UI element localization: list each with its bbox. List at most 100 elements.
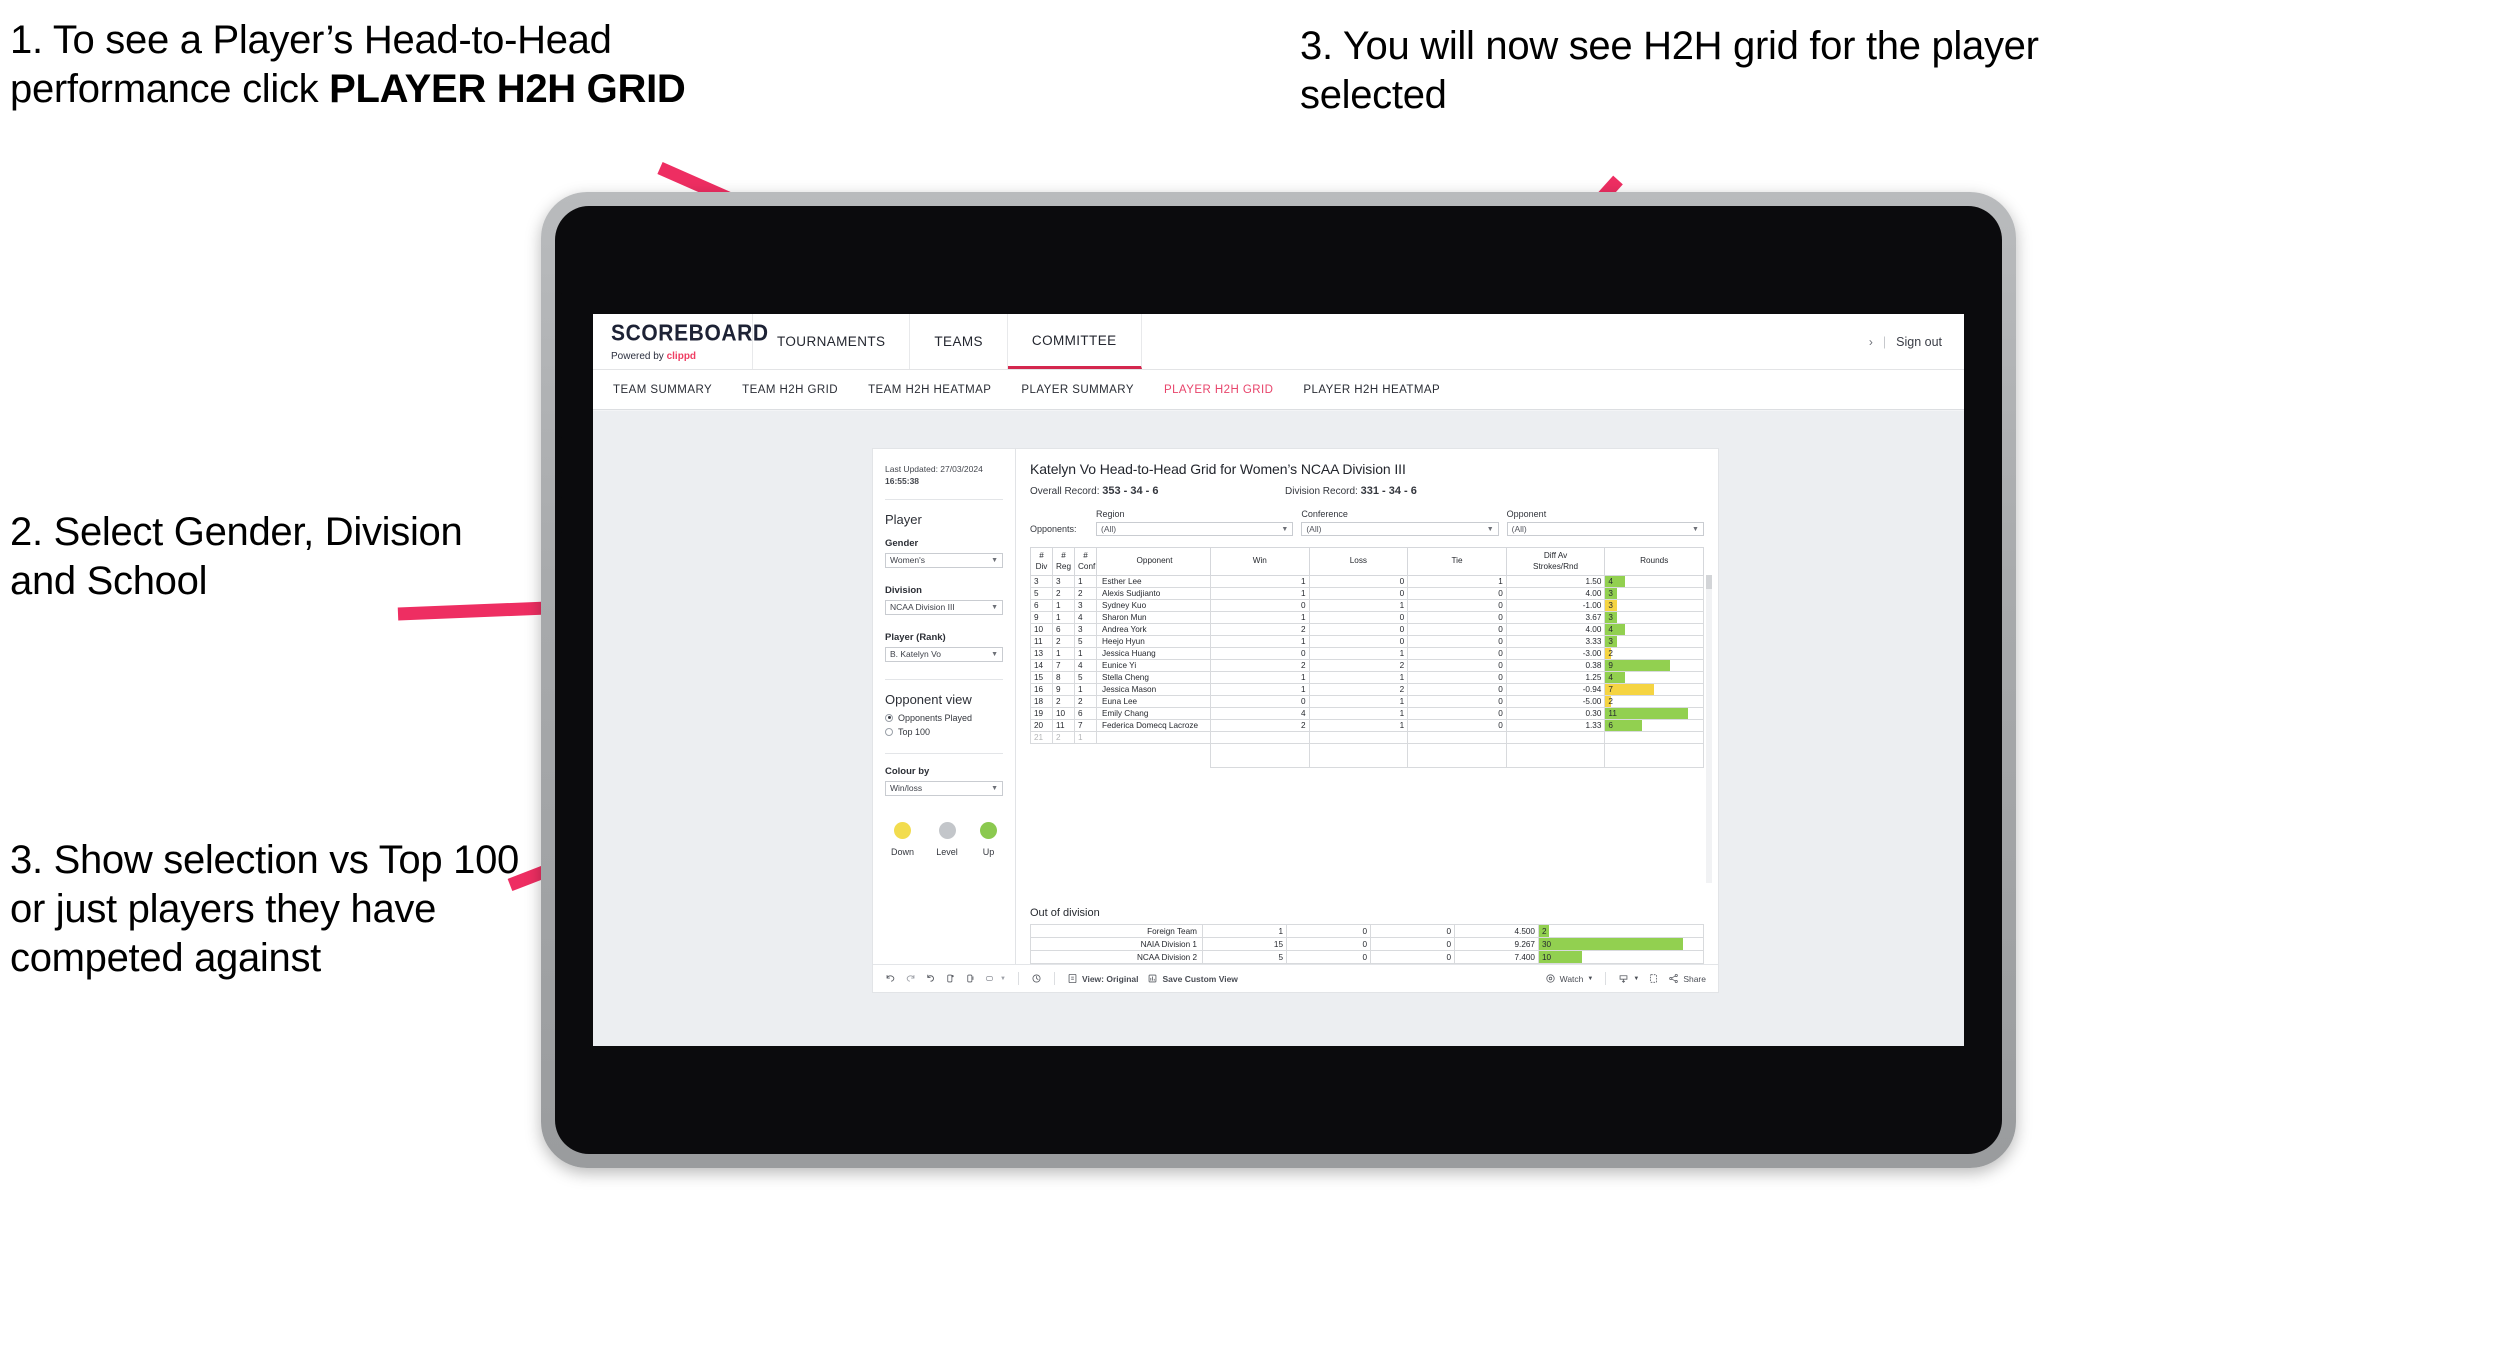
legend-dot-up [980,821,997,839]
cell-div: 21 [1030,731,1053,744]
refresh-button[interactable] [945,973,956,984]
opponent-select[interactable]: (All) ▼ [1506,522,1704,536]
legend-label-level: Level [936,846,958,857]
cell-conf: 1 [1074,647,1097,660]
cell-opponent: Sydney Kuo [1096,599,1211,612]
table-row[interactable]: 19 10 6 Emily Chang 4 1 0 0.30 11 [1030,707,1704,720]
device-preview-button[interactable]: ▼ [985,973,1006,984]
region-select[interactable]: (All) ▼ [1096,522,1294,536]
col-header-div-l1: # [1039,551,1044,561]
cell-tie: 0 [1407,695,1507,708]
save-custom-view-button[interactable]: Save Custom View [1147,973,1238,984]
out-of-division-row[interactable]: NAIA Division 1 15 0 0 9.267 30 [1030,937,1704,951]
col-header-rounds: Rounds [1604,547,1704,576]
undo-button[interactable] [885,973,896,984]
chevron-down-icon: ▼ [1587,975,1594,982]
col-header-conf-l1: # [1083,551,1088,561]
table-row[interactable]: 9 1 4 Sharon Mun 1 0 0 3.67 3 [1030,611,1704,624]
table-row[interactable]: 6 1 3 Sydney Kuo 0 1 0 -1.00 3 [1030,599,1704,612]
save-view-icon [1147,973,1158,984]
cell-rounds: 4 [1604,671,1704,684]
table-row[interactable]: 18 2 2 Euna Lee 0 1 0 -5.00 2 [1030,695,1704,708]
gender-select[interactable]: Women's ▼ [885,552,1003,568]
chevron-right-icon[interactable]: › [1869,335,1873,349]
fullscreen-button[interactable] [1648,973,1659,984]
download-button[interactable]: ▼ [1618,973,1639,984]
cell-div: 9 [1030,611,1053,624]
tab-player-h2h-heatmap[interactable]: PLAYER H2H HEATMAP [1303,384,1440,396]
cell-win: 1 [1210,575,1310,588]
tablet-button-volume-up[interactable] [555,436,562,474]
col-header-diff-l2: Strokes/Rnd [1533,561,1579,571]
table-row[interactable]: 3 3 1 Esther Lee 1 0 1 1.50 4 [1030,575,1704,588]
radio-opponents-played[interactable]: Opponents Played [885,713,1003,723]
table-row[interactable]: 5 2 2 Alexis Sudjianto 1 0 0 4.00 3 [1030,587,1704,600]
tab-player-h2h-grid[interactable]: PLAYER H2H GRID [1164,384,1273,396]
table-row[interactable]: 16 9 1 Jessica Mason 1 2 0 -0.94 7 [1030,683,1704,696]
pause-button[interactable] [965,973,976,984]
cell-reg: 1 [1052,611,1075,624]
out-of-division-row[interactable]: NCAA Division 2 5 0 0 7.400 10 [1030,950,1704,964]
revert-button[interactable] [925,973,936,984]
table-row[interactable]: 11 2 5 Heejo Hyun 1 0 0 3.33 3 [1030,635,1704,648]
table-row[interactable]: 13 1 1 Jessica Huang 0 1 0 -3.00 2 [1030,647,1704,660]
view-original-button[interactable]: View: Original [1067,973,1138,984]
table-scrollbar-thumb[interactable] [1706,575,1712,589]
cell-win: 2 [1210,719,1310,732]
colour-by-select[interactable]: Win/loss ▼ [885,780,1003,796]
brand-subtitle-prefix: Powered by [611,350,667,362]
tablet-button-volume-down[interactable] [555,496,562,534]
page-root: 1. To see a Player’s Head-to-Head perfor… [0,0,2512,1352]
sign-out-button[interactable]: Sign out [1896,335,1942,349]
page-title: Katelyn Vo Head-to-Head Grid for Women’s… [1030,461,1406,477]
table-row[interactable]: 15 8 5 Stella Cheng 1 1 0 1.25 4 [1030,671,1704,684]
cell-group-name: NCAA Division 2 [1030,950,1203,964]
table-row[interactable]: 14 7 4 Eunice Yi 2 2 0 0.38 9 [1030,659,1704,672]
brand-logo[interactable]: SCOREBOARD Powered by clippd [593,314,768,369]
cell-tie: 0 [1407,611,1507,624]
cell-conf: 1 [1074,575,1097,588]
out-of-division-title: Out of division [1030,907,1100,919]
col-header-diff: Diff Av Strokes/Rnd [1505,547,1606,576]
cell-win: 0 [1210,599,1310,612]
share-button[interactable]: Share [1668,973,1706,984]
tab-team-h2h-grid[interactable]: TEAM H2H GRID [742,384,838,396]
divider [1017,972,1019,985]
cell-diff: -0.94 [1505,683,1606,696]
cell-opponent: Jessica Huang [1096,647,1211,660]
tab-team-h2h-heatmap[interactable]: TEAM H2H HEATMAP [868,384,991,396]
conference-select[interactable]: (All) ▼ [1301,522,1499,536]
cell-rounds: 4 [1604,623,1704,636]
cell-rounds: 2 [1604,695,1704,708]
table-row[interactable]: 10 6 3 Andrea York 2 0 0 4.00 4 [1030,623,1704,636]
cell-conf: 5 [1074,635,1097,648]
cell-diff: 0.38 [1505,659,1606,672]
nav-item-teams[interactable]: TEAMS [910,314,1008,369]
radio-label-opponents-played: Opponents Played [898,712,973,723]
tab-team-summary[interactable]: TEAM SUMMARY [613,384,712,396]
redo-button[interactable] [905,973,916,984]
colour-by-filter: Colour by Win/loss ▼ [885,766,1003,796]
radio-top-100[interactable]: Top 100 [885,727,1003,737]
division-select[interactable]: NCAA Division III ▼ [885,599,1003,615]
player-rank-select[interactable]: B. Katelyn Vo ▼ [885,646,1003,662]
table-scrollbar[interactable] [1706,575,1712,883]
nav-item-tournaments[interactable]: TOURNAMENTS [753,314,911,369]
pause-auto-updates-button[interactable] [1031,973,1042,984]
table-row[interactable]: 21 2 1 [1030,731,1704,744]
cell-win: 1 [1210,587,1310,600]
chevron-down-icon: ▼ [991,784,998,792]
cell-tie: 0 [1407,659,1507,672]
cell-conf: 2 [1074,695,1097,708]
cell-opponent: Andrea York [1096,623,1211,636]
cell-diff: -5.00 [1505,695,1606,708]
watch-button[interactable]: Watch ▼ [1545,973,1594,984]
nav-item-committee[interactable]: COMMITTEE [1007,314,1142,369]
out-of-division-row[interactable]: Foreign Team 1 0 0 4.500 2 [1030,924,1704,938]
cell-opponent [1096,731,1211,744]
table-row[interactable]: 20 11 7 Federica Domecq Lacroze 2 1 0 1.33 6 [1030,719,1704,732]
cell-div: 14 [1030,659,1053,672]
last-updated: Last Updated: 27/03/2024 16:55:38 [885,463,1003,488]
tab-player-summary[interactable]: PLAYER SUMMARY [1021,384,1134,396]
col-header-win: Win [1210,547,1310,576]
